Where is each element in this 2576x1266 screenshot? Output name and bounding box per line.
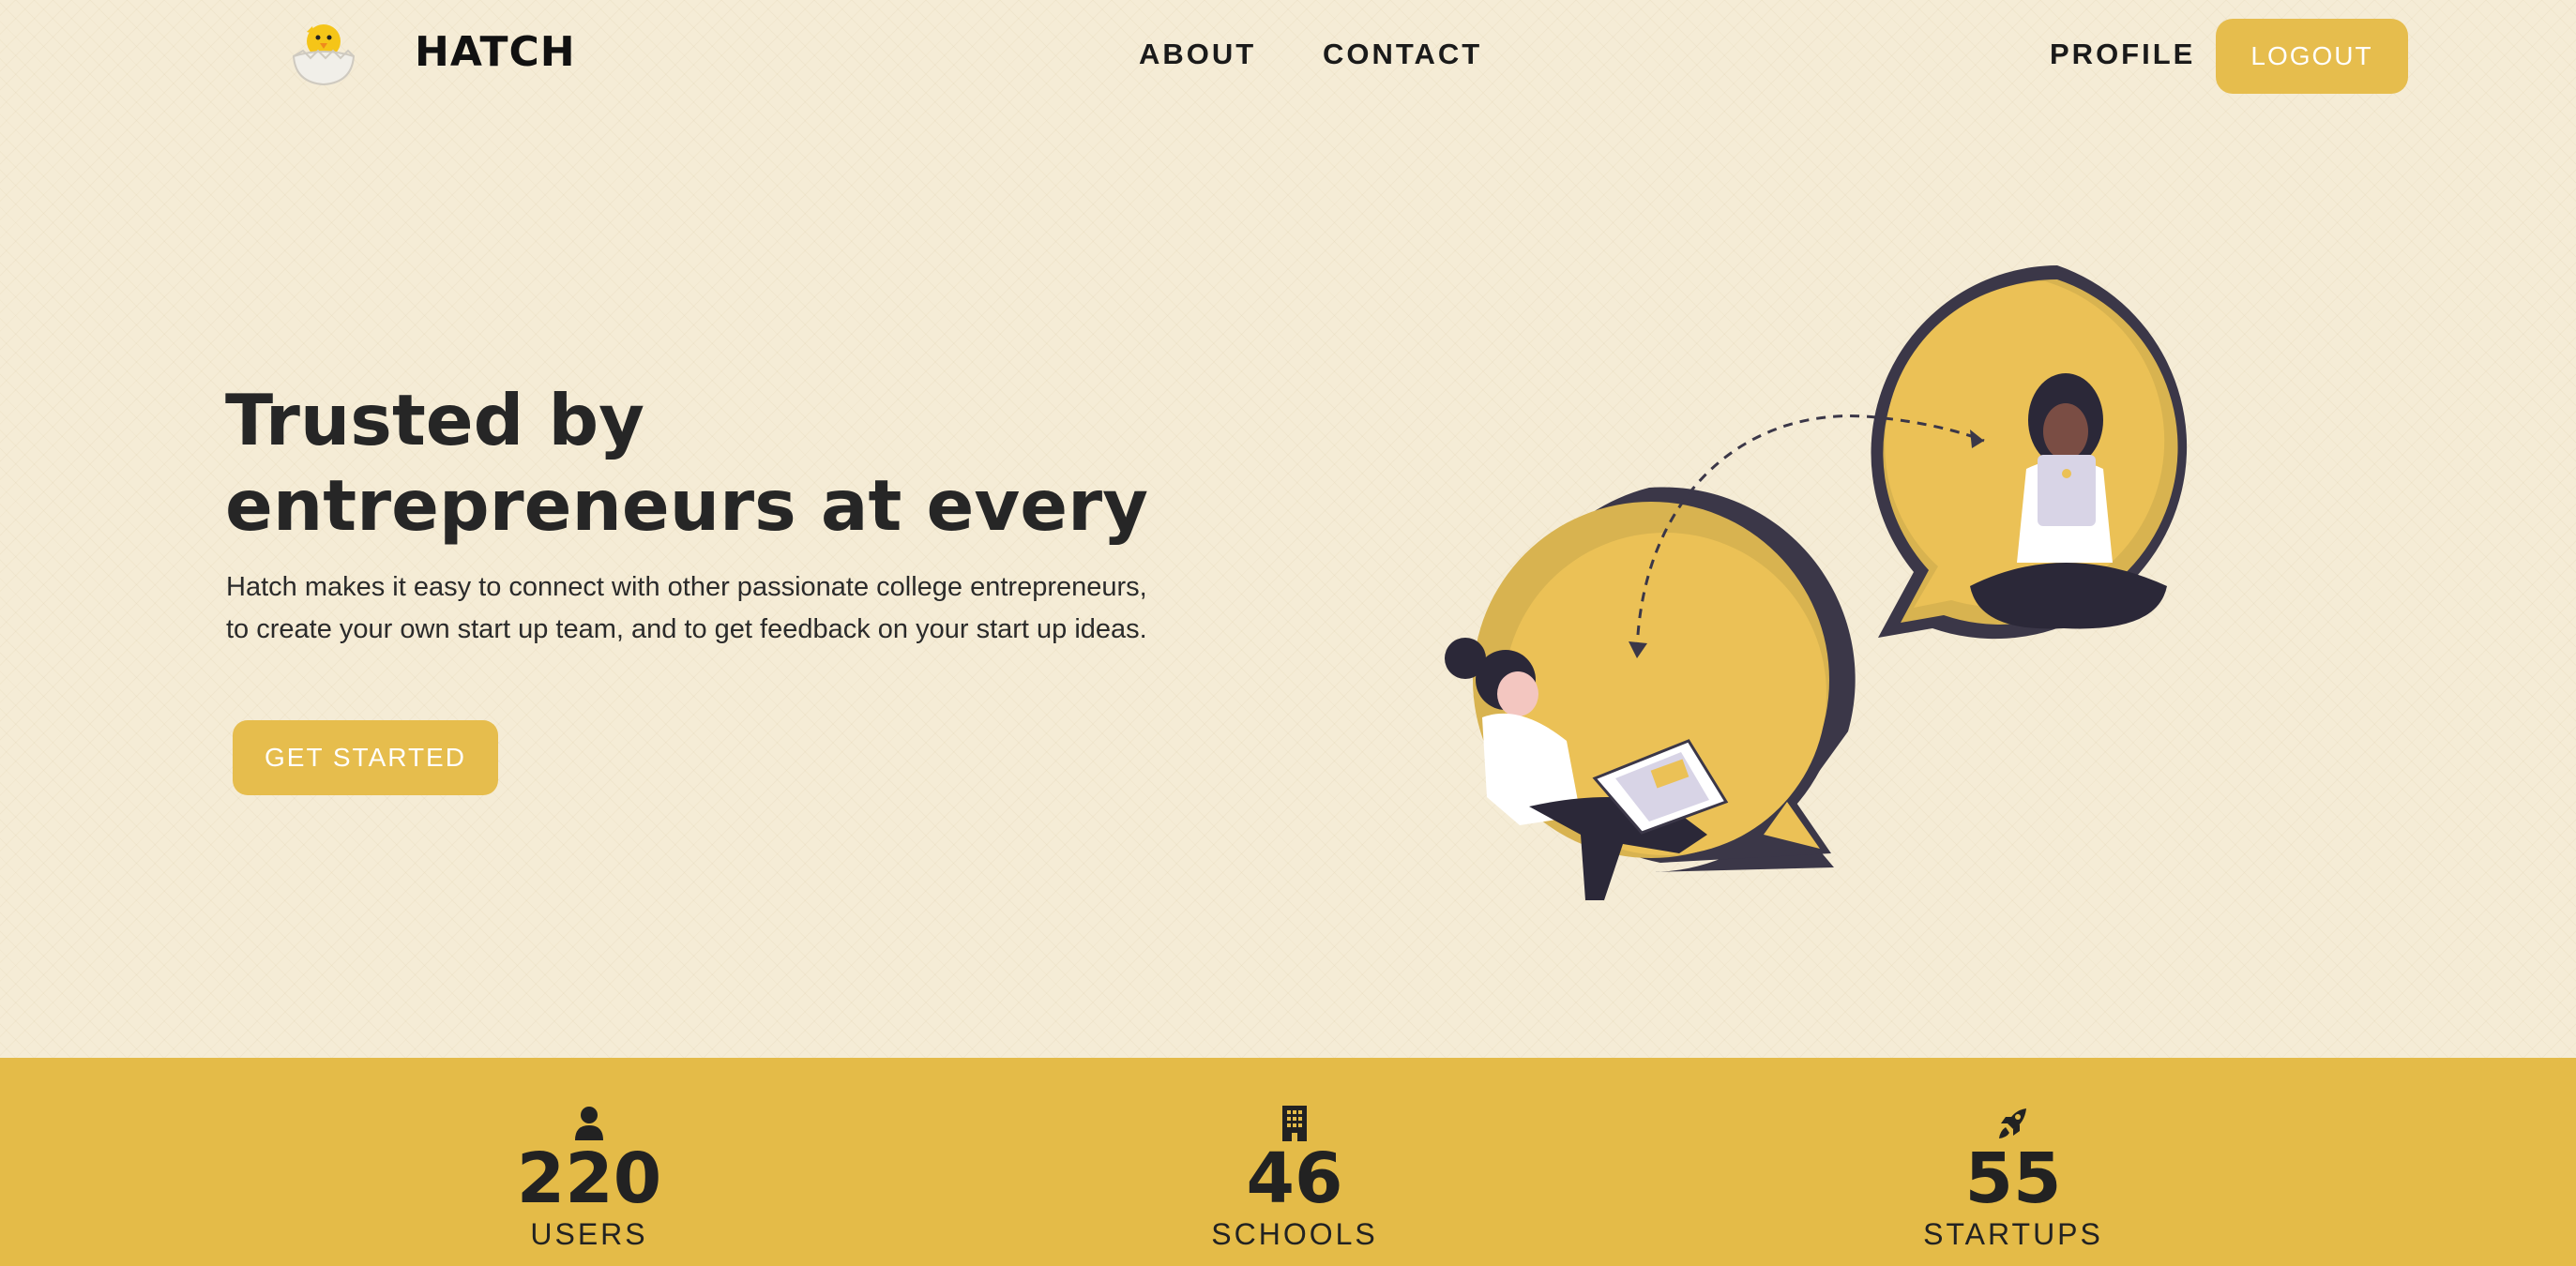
stat-label: USERS <box>530 1217 648 1251</box>
nav-link-contact[interactable]: CONTACT <box>1323 38 1482 71</box>
stat-value: 55 <box>1964 1138 2062 1219</box>
nav-link-profile[interactable]: PROFILE <box>2050 38 2195 71</box>
hero-title: Trusted by entrepreneurs at every <box>225 379 1148 547</box>
nav-link-about[interactable]: ABOUT <box>1139 38 1256 71</box>
top-nav: HATCH ABOUT CONTACT PROFILE LOGOUT <box>0 0 2576 113</box>
hero-description: Hatch makes it easy to connect with othe… <box>226 572 1147 644</box>
stat-label: STARTUPS <box>1923 1217 2103 1251</box>
stats-band: 220 USERS 46 SCHOOLS 55 STARTUPS <box>0 1058 2576 1266</box>
stat-value: 220 <box>516 1138 662 1219</box>
user-icon <box>575 1107 603 1140</box>
logout-button[interactable]: LOGOUT <box>2216 19 2408 94</box>
stat-value: 46 <box>1246 1138 1343 1219</box>
rocket-icon <box>1999 1108 2026 1138</box>
brand-name[interactable]: HATCH <box>415 28 576 76</box>
two-people-chat-bubbles-illustration <box>1445 265 2188 900</box>
building-icon <box>1282 1106 1307 1141</box>
stat-schools: 46 SCHOOLS <box>1154 1058 1435 1252</box>
get-started-button[interactable]: GET STARTED <box>233 720 498 795</box>
stat-startups: 55 STARTUPS <box>1872 1058 2154 1252</box>
stat-users: 220 USERS <box>448 1058 730 1252</box>
hatching-chick-icon[interactable] <box>286 13 361 88</box>
stat-label: SCHOOLS <box>1211 1217 1378 1251</box>
